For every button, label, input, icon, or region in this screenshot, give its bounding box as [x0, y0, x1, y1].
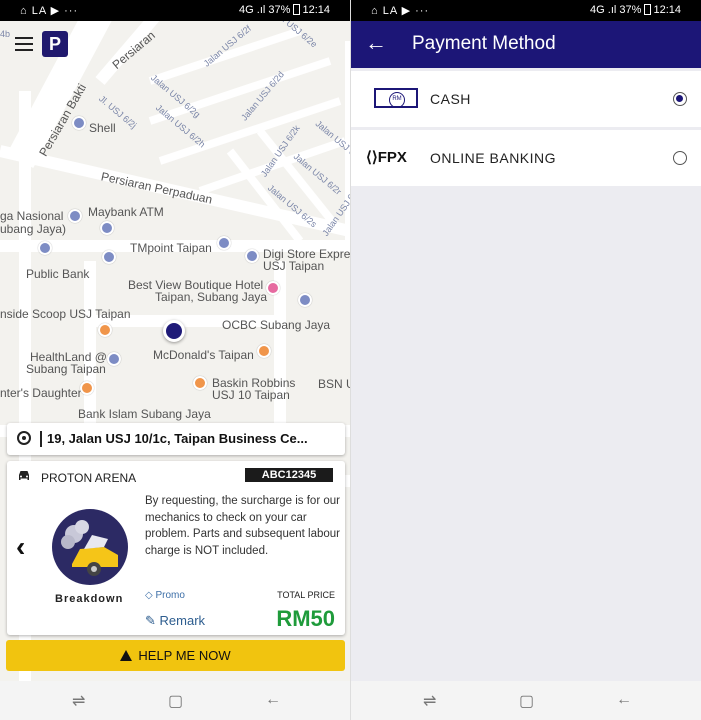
ride-request-screen: 4b Persiaran Persiaran Bakti Shell Persi… — [0, 0, 350, 720]
map-label: McDonald's Taipan — [153, 348, 254, 362]
home-icon[interactable]: ▢ — [519, 691, 534, 711]
plate-badge: ABC12345 — [245, 468, 333, 482]
chevron-left-icon[interactable]: ‹ — [16, 531, 25, 563]
map-label: USJ Taipan — [263, 259, 325, 273]
cash-icon — [374, 88, 418, 108]
shop-pin-icon[interactable] — [102, 250, 116, 264]
map-label: Taipan, Subang Jaya — [155, 290, 268, 304]
vehicle-name: PROTON ARENA — [41, 471, 137, 485]
status-signal: 4G .ıl 37% — [590, 4, 642, 16]
status-right: 4G .ıl 37% 12:14 — [239, 4, 330, 16]
map-label: 4b — [0, 29, 11, 39]
warning-icon — [120, 650, 133, 661]
place-pin-icon[interactable] — [68, 209, 82, 223]
edit-icon: ✎ — [145, 613, 156, 628]
app-bar: ← Payment Method — [351, 21, 701, 68]
status-signal: 4G .ıl 37% — [239, 4, 291, 16]
food-pin-icon[interactable] — [193, 376, 207, 390]
atm-pin-icon[interactable] — [100, 221, 114, 235]
spa-pin-icon[interactable] — [107, 352, 121, 366]
map-label: ga Nasional — [0, 209, 64, 223]
fpx-icon: ⟨⟩FPX — [366, 149, 407, 166]
address-bar[interactable]: 19, Jalan USJ 10/1c, Taipan Business Ce.… — [7, 423, 345, 455]
tag-icon: ◇ — [145, 590, 153, 601]
shop-pin-icon[interactable] — [217, 236, 231, 250]
page-title: Payment Method — [412, 33, 556, 54]
breakdown-illustration — [52, 509, 128, 585]
service-description: By requesting, the surcharge is for our … — [145, 495, 340, 557]
payment-option-cash[interactable]: CASH — [351, 71, 701, 127]
map-label: Bank Islam Subang Jaya — [78, 407, 211, 421]
back-arrow-icon[interactable]: ← — [365, 30, 387, 56]
payment-option-online-banking[interactable]: ⟨⟩FPX ONLINE BANKING — [351, 130, 701, 186]
recent-apps-icon[interactable]: ⇌ — [423, 691, 436, 711]
hotel-pin-icon[interactable] — [266, 281, 280, 295]
food-pin-icon[interactable] — [98, 323, 112, 337]
option-label: ONLINE BANKING — [430, 150, 557, 166]
fuel-pin-icon[interactable] — [72, 116, 86, 130]
recent-apps-icon[interactable]: ⇌ — [72, 691, 85, 711]
address-text: 19, Jalan USJ 10/1c, Taipan Business Ce.… — [47, 431, 308, 446]
service-card: PROTON ARENA ABC12345 ‹ Breakdown By req… — [7, 461, 345, 635]
divider — [40, 431, 42, 447]
map-label: USJ 10 Taipan — [212, 388, 290, 402]
status-time: 12:14 — [653, 4, 681, 16]
total-price: RM50 — [276, 606, 335, 631]
map-label: Subang Taipan — [26, 362, 106, 376]
promo-link[interactable]: ◇ Promo — [145, 590, 185, 601]
map-label: ubang Jaya) — [0, 222, 67, 236]
option-label: CASH — [430, 91, 471, 107]
food-pin-icon[interactable] — [80, 381, 94, 395]
bank-pin-icon[interactable] — [38, 241, 52, 255]
map-label: nter's Daughter — [0, 386, 82, 400]
back-icon[interactable]: ← — [616, 691, 632, 709]
payment-method-screen: ⌂ LA ▶ ··· 4G .ıl 37% 12:14 ← Payment Me… — [351, 0, 701, 720]
radio-button-selected[interactable] — [673, 92, 687, 106]
remark-link[interactable]: ✎ Remark — [145, 613, 205, 629]
status-left-icons: ⌂ LA ▶ ··· — [20, 5, 79, 17]
status-bar: ⌂ LA ▶ ··· 4G .ıl 37% 12:14 — [0, 0, 350, 21]
status-bar: ⌂ LA ▶ ··· 4G .ıl 37% 12:14 — [351, 0, 701, 21]
map-label: OCBC Subang Jaya — [222, 318, 331, 332]
food-pin-icon[interactable] — [257, 344, 271, 358]
map-label: nside Scoop USJ Taipan — [0, 307, 131, 321]
shop-pin-icon[interactable] — [245, 249, 259, 263]
help-button-label: HELP ME NOW — [138, 648, 231, 663]
map-label: TMpoint Taipan — [130, 241, 212, 255]
status-right: 4G .ıl 37% 12:14 — [590, 4, 681, 16]
status-left-icons: ⌂ LA ▶ ··· — [371, 5, 430, 17]
location-target-icon — [17, 431, 31, 445]
map-label: Maybank ATM — [88, 205, 164, 219]
map-label: Public Bank — [26, 267, 90, 281]
map-label: BSN U — [318, 377, 350, 391]
battery-icon — [293, 4, 301, 15]
hamburger-menu-icon[interactable] — [15, 37, 33, 51]
nav-bar: ⇌ ▢ ← — [0, 681, 350, 720]
bank-pin-icon[interactable] — [298, 293, 312, 307]
battery-icon — [644, 4, 652, 15]
radio-button[interactable] — [673, 151, 687, 165]
back-icon[interactable]: ← — [265, 691, 281, 709]
remark-label: Remark — [159, 613, 206, 628]
status-time: 12:14 — [302, 4, 330, 16]
promo-label: Promo — [155, 590, 185, 601]
service-name: Breakdown — [55, 593, 124, 605]
nav-bar: ⇌ ▢ ← — [351, 681, 701, 720]
home-icon[interactable]: ▢ — [168, 691, 183, 711]
app-logo: P — [42, 31, 68, 57]
help-me-now-button[interactable]: HELP ME NOW — [6, 640, 345, 671]
car-icon — [17, 470, 31, 485]
map-label: Shell — [89, 121, 116, 135]
total-price-label: TOTAL PRICE — [277, 590, 335, 600]
current-location-marker[interactable] — [163, 320, 185, 342]
